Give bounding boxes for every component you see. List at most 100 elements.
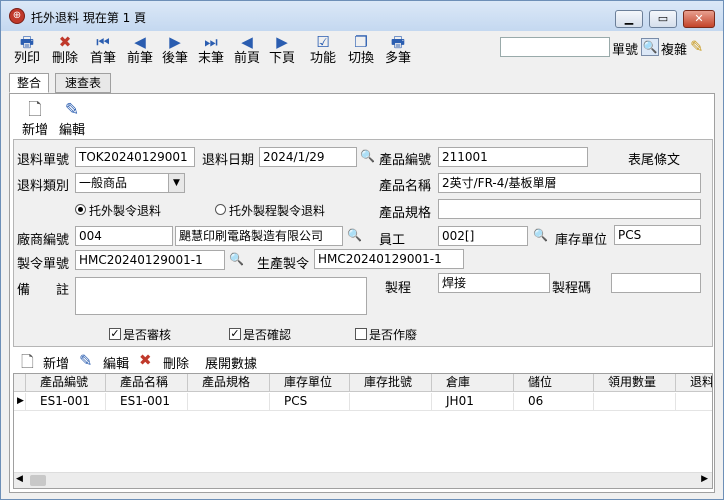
delete-icon[interactable]: ✖ xyxy=(139,351,152,369)
tab-integrated[interactable]: 整合 xyxy=(9,73,49,93)
prev-page-button[interactable]: ◀ 前頁 xyxy=(229,33,265,71)
edit-icon: ✎ xyxy=(64,100,80,120)
radio-outsource-order[interactable] xyxy=(75,204,86,215)
table-cell[interactable] xyxy=(188,393,270,411)
void-checkbox-label: 是否作廢 xyxy=(369,328,418,342)
column-header[interactable]: 領用數量 xyxy=(594,374,676,392)
print-button[interactable]: 🖶 列印 xyxy=(9,33,45,71)
product-code-label: 產品編號 xyxy=(379,153,432,168)
next-record-button[interactable]: ▶ 後筆 xyxy=(157,33,193,71)
column-header[interactable]: 庫存批號 xyxy=(350,374,432,392)
product-name-label: 產品名稱 xyxy=(379,179,432,194)
process-field[interactable]: 焊接 xyxy=(438,273,550,293)
multi-record-icon: 🖶 xyxy=(390,33,406,51)
function-icon: ☑ xyxy=(316,33,330,51)
confirm-checkbox[interactable]: ✓ xyxy=(229,328,241,340)
product-code-field[interactable]: 211001 xyxy=(438,147,588,167)
copy-label: 複雜 xyxy=(661,43,688,58)
table-cell[interactable]: JH01 xyxy=(432,393,514,411)
product-spec-field[interactable] xyxy=(438,199,701,219)
minimize-button[interactable]: ▁ xyxy=(615,10,643,28)
process-label: 製程 xyxy=(385,281,412,296)
horizontal-scrollbar[interactable]: ◀ ▶ xyxy=(14,472,712,488)
table-cell[interactable]: ES1-001 xyxy=(26,393,106,411)
prod-order-field[interactable]: HMC20240129001-1 xyxy=(314,249,464,269)
edit-icon[interactable]: ✎ xyxy=(79,351,92,370)
maximize-button[interactable]: ▭ xyxy=(649,10,677,28)
confirm-checkbox-label: 是否確認 xyxy=(243,328,292,342)
row-pointer-icon[interactable]: ▶ xyxy=(14,393,26,411)
scroll-left-icon[interactable]: ◀ xyxy=(16,474,23,484)
void-checkbox[interactable] xyxy=(355,328,367,340)
last-record-button[interactable]: ⏭ 末筆 xyxy=(193,33,229,71)
vendor-code-field[interactable]: 004 xyxy=(75,226,173,246)
column-header[interactable]: 退料數 xyxy=(676,374,712,392)
prev-record-button[interactable]: ◀ 前筆 xyxy=(122,33,158,71)
radio-outsource-order-label: 托外製令退料 xyxy=(89,204,162,218)
tail-text-label[interactable]: 表尾條文 xyxy=(628,149,680,168)
staff-lookup-icon[interactable]: 🔍 xyxy=(533,228,549,244)
unit-field[interactable]: PCS xyxy=(614,225,701,245)
return-type-select[interactable]: 一般商品 ▼ xyxy=(75,173,185,193)
detail-delete-button[interactable]: 刪除 xyxy=(163,353,189,372)
return-type-label: 退料類別 xyxy=(17,179,70,194)
multi-record-button[interactable]: 🖶 多筆 xyxy=(380,33,416,71)
app-logo-icon: ⊕ xyxy=(9,8,25,24)
staff-field[interactable]: 002[] xyxy=(438,226,528,246)
order-no-label: 製令單號 xyxy=(17,257,70,272)
next-page-button[interactable]: ▶ 下頁 xyxy=(264,33,300,71)
delete-button[interactable]: ✖ 刪除 xyxy=(47,33,83,71)
chevron-down-icon[interactable]: ▼ xyxy=(168,174,184,192)
product-name-field[interactable]: 2英寸/FR-4/基板單層 xyxy=(438,173,701,193)
close-button[interactable]: ✕ xyxy=(683,10,715,28)
add-button[interactable]: 🗋 新增 xyxy=(17,101,53,138)
return-no-field[interactable]: TOK20240129001 xyxy=(75,147,195,167)
radio-outsource-process-label: 托外製程製令退料 xyxy=(229,204,326,218)
table-cell[interactable]: PCS xyxy=(270,393,350,411)
scroll-thumb[interactable] xyxy=(30,475,46,486)
copy-icon[interactable]: ✎ xyxy=(690,37,703,56)
order-lookup-icon[interactable]: 🔍 xyxy=(229,252,245,268)
table-cell[interactable] xyxy=(594,393,676,411)
search-input[interactable] xyxy=(500,37,610,57)
remark-field[interactable] xyxy=(75,277,367,315)
table-cell[interactable] xyxy=(350,393,432,411)
column-header[interactable]: 產品名稱 xyxy=(106,374,188,392)
table-cell[interactable]: 06 xyxy=(514,393,594,411)
detail-expand-button[interactable]: 展開數據 xyxy=(205,353,257,372)
new-document-icon: 🗋 xyxy=(28,100,42,120)
product-spec-label: 產品規格 xyxy=(379,206,432,221)
date-lookup-icon[interactable]: 🔍 xyxy=(360,149,376,165)
order-no-field[interactable]: HMC20240129001-1 xyxy=(75,250,225,270)
return-no-label: 退料單號 xyxy=(17,153,70,168)
column-header[interactable]: 倉庫 xyxy=(432,374,514,392)
vendor-lookup-icon[interactable]: 🔍 xyxy=(347,228,363,244)
next-page-icon: ▶ xyxy=(276,33,288,51)
radio-outsource-process[interactable] xyxy=(215,204,226,215)
scroll-right-icon[interactable]: ▶ xyxy=(701,474,708,484)
column-header[interactable]: 庫存單位 xyxy=(270,374,350,392)
column-header[interactable]: 儲位 xyxy=(514,374,594,392)
row-header-corner xyxy=(14,374,26,392)
audit-checkbox-label: 是否審核 xyxy=(123,328,172,342)
return-date-label: 退料日期 xyxy=(202,153,255,168)
table-cell[interactable] xyxy=(676,393,712,411)
audit-checkbox[interactable]: ✓ xyxy=(109,328,121,340)
search-label: 單號 xyxy=(612,43,639,58)
column-header[interactable]: 產品規格 xyxy=(188,374,270,392)
detail-grid: 產品編號 產品名稱 產品規格 庫存單位 庫存批號 倉庫 儲位 領用數量 退料數 … xyxy=(13,373,713,489)
delete-icon: ✖ xyxy=(58,33,72,51)
process-code-field[interactable] xyxy=(611,273,701,293)
edit-button[interactable]: ✎ 編輯 xyxy=(54,101,90,138)
tab-quick-lookup[interactable]: 速查表 xyxy=(55,73,111,93)
switch-button[interactable]: ❐ 切換 xyxy=(343,33,379,71)
table-cell[interactable]: ES1-001 xyxy=(106,393,188,411)
search-icon[interactable]: 🔍 xyxy=(641,38,659,56)
detail-edit-button[interactable]: 編輯 xyxy=(103,353,129,372)
column-header[interactable]: 產品編號 xyxy=(26,374,106,392)
return-date-field[interactable]: 2024/1/29 xyxy=(259,147,357,167)
detail-add-button[interactable]: 新增 xyxy=(43,353,69,372)
function-button[interactable]: ☑ 功能 xyxy=(305,33,341,71)
vendor-name-field[interactable]: 颶慧印刷電路製造有限公司 xyxy=(175,226,343,246)
first-record-button[interactable]: ⏮ 首筆 xyxy=(85,33,121,71)
